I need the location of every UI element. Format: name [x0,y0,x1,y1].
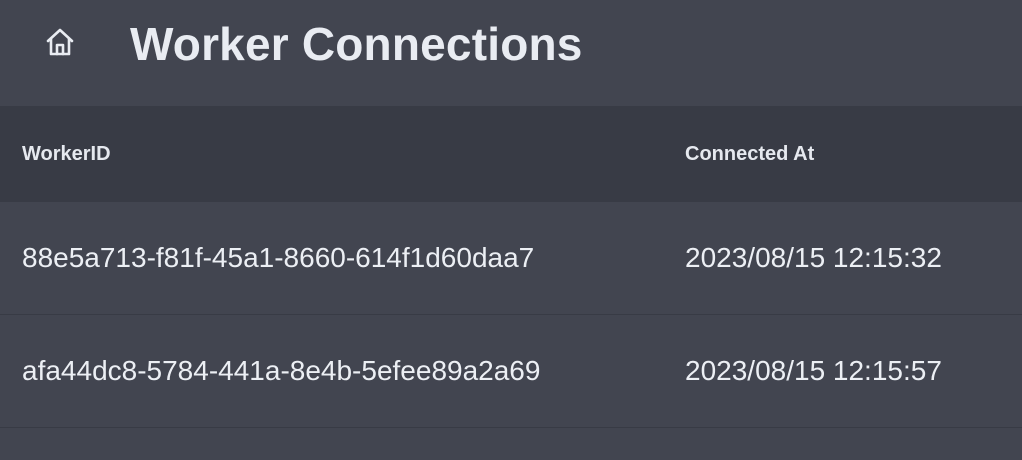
connected-at-cell: 2023/08/15 12:15:32 [685,242,942,273]
worker-id-cell: 88e5a713-f81f-45a1-8660-614f1d60daa7 [22,242,535,273]
home-button[interactable] [40,24,80,64]
worker-id-cell: afa44dc8-5784-441a-8e4b-5efee89a2a69 [22,355,541,386]
column-header-worker-id[interactable]: WorkerID [22,106,111,202]
table-row[interactable]: afa44dc8-5784-441a-8e4b-5efee89a2a69 202… [0,315,1022,428]
page-title: Worker Connections [130,18,583,70]
worker-connections-table: WorkerID Connected At 88e5a713-f81f-45a1… [0,106,1022,428]
home-icon [43,25,77,64]
page-header: Worker Connections [0,0,1022,106]
table-header-row: WorkerID Connected At [0,106,1022,202]
column-header-connected-at[interactable]: Connected At [685,106,814,202]
table-row[interactable]: 88e5a713-f81f-45a1-8660-614f1d60daa7 202… [0,202,1022,315]
connected-at-cell: 2023/08/15 12:15:57 [685,355,942,386]
